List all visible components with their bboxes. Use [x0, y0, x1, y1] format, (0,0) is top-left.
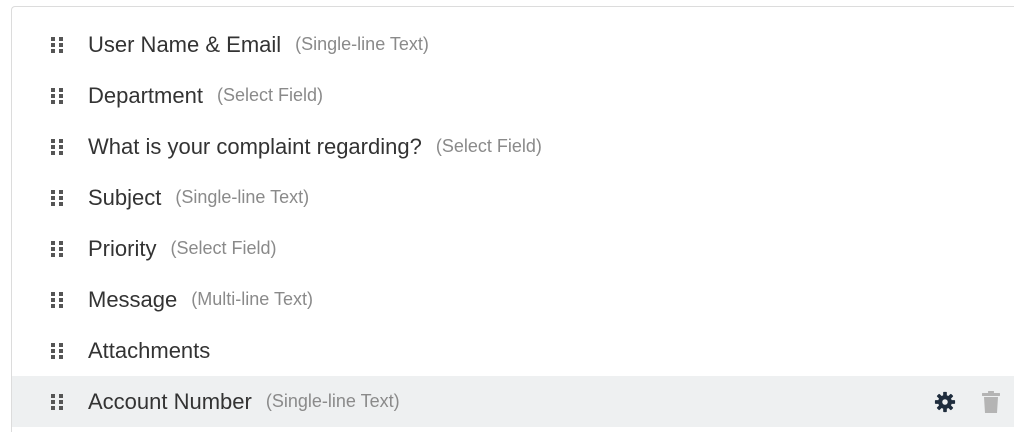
field-list: User Name & Email (Single-line Text) Dep…	[12, 19, 1014, 427]
field-label: Attachments	[88, 337, 211, 363]
drag-handle-icon[interactable]	[51, 393, 63, 410]
field-row-selected[interactable]: Account Number (Single-line Text)	[12, 376, 1014, 427]
field-row[interactable]: What is your complaint regarding? (Selec…	[12, 121, 1014, 172]
field-label: User Name & Email	[88, 31, 282, 57]
drag-handle-icon[interactable]	[51, 189, 63, 206]
drag-handle-icon[interactable]	[51, 291, 63, 308]
field-type: (Select Field)	[170, 238, 277, 258]
field-label: Message	[88, 286, 178, 312]
field-row[interactable]: Attachments	[12, 325, 1014, 376]
field-type: (Multi-line Text)	[191, 289, 313, 309]
trash-icon[interactable]	[982, 390, 1000, 413]
field-row[interactable]: Department (Select Field)	[12, 70, 1014, 121]
field-label: Department	[88, 82, 203, 108]
drag-handle-icon[interactable]	[51, 240, 63, 257]
field-label: Account Number	[88, 388, 252, 414]
drag-handle-icon[interactable]	[51, 138, 63, 155]
field-label: Priority	[88, 235, 157, 261]
field-row[interactable]: Priority (Select Field)	[12, 223, 1014, 274]
field-type: (Select Field)	[435, 136, 542, 156]
form-fields-panel: User Name & Email (Single-line Text) Dep…	[11, 6, 1014, 432]
field-row[interactable]: Subject (Single-line Text)	[12, 172, 1014, 223]
gear-icon[interactable]	[934, 391, 956, 413]
field-type: (Select Field)	[216, 85, 323, 105]
field-type: (Single-line Text)	[295, 34, 429, 54]
drag-handle-icon[interactable]	[51, 342, 63, 359]
field-type: (Single-line Text)	[265, 391, 400, 411]
row-actions	[934, 376, 1000, 427]
drag-handle-icon[interactable]	[51, 87, 63, 104]
field-type: (Single-line Text)	[175, 187, 310, 207]
field-row[interactable]: Message (Multi-line Text)	[12, 274, 1014, 325]
field-label: What is your complaint regarding?	[88, 133, 422, 159]
field-row[interactable]: User Name & Email (Single-line Text)	[12, 19, 1014, 70]
drag-handle-icon[interactable]	[51, 36, 63, 53]
field-label: Subject	[88, 184, 162, 210]
